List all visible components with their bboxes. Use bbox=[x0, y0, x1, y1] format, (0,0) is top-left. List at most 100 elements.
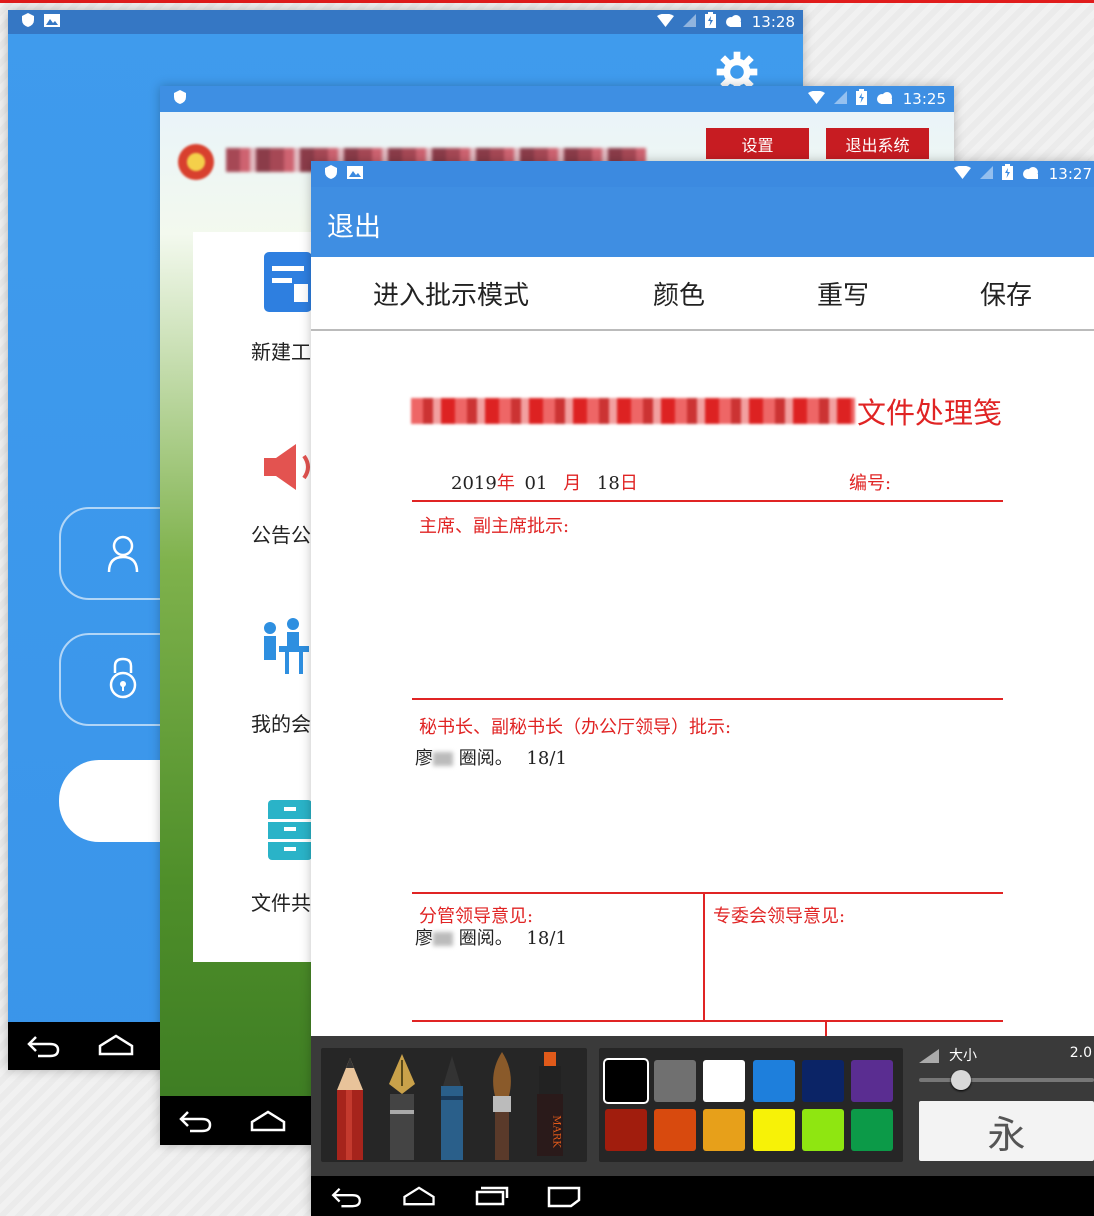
name-redaction bbox=[433, 932, 453, 946]
cloud-icon bbox=[1022, 165, 1040, 183]
wifi-icon bbox=[953, 165, 971, 183]
cabinet-icon bbox=[268, 800, 312, 864]
color-swatch-blue[interactable] bbox=[753, 1060, 795, 1102]
color-swatch-navy[interactable] bbox=[802, 1060, 844, 1102]
back-icon[interactable] bbox=[26, 1034, 60, 1058]
shield-icon bbox=[174, 90, 186, 108]
color-swatch-gray[interactable] bbox=[654, 1060, 696, 1102]
year-label: 年 bbox=[496, 473, 515, 494]
size-slider[interactable] bbox=[919, 1070, 1094, 1090]
size-value: 2.0 bbox=[1069, 1045, 1092, 1061]
exit-button[interactable]: 退出 bbox=[327, 205, 381, 244]
date-month: 01 bbox=[524, 473, 548, 494]
size-panel: 大小 2.0 永 bbox=[917, 1044, 1094, 1168]
divider bbox=[412, 1020, 1003, 1022]
status-bar: 13:27 bbox=[311, 161, 1094, 187]
battery-icon bbox=[855, 89, 867, 109]
form-icon bbox=[264, 252, 312, 316]
brush-icon[interactable] bbox=[485, 1052, 519, 1164]
ballpoint-pen-icon[interactable] bbox=[437, 1056, 467, 1164]
status-time: 13:28 bbox=[751, 13, 795, 31]
color-swatch-yellow[interactable] bbox=[753, 1109, 795, 1151]
number-label: 编号: bbox=[849, 473, 892, 494]
section-committee-leader: 专委会领导意见: bbox=[713, 906, 846, 927]
slider-thumb[interactable] bbox=[951, 1070, 971, 1090]
marker-icon[interactable]: MARK bbox=[535, 1052, 565, 1156]
annotation-toolbar: 进入批示模式 颜色 重写 保存 bbox=[311, 257, 1094, 331]
title-suffix: 文件处理笺 bbox=[857, 396, 1003, 430]
note-date: 18/1 bbox=[526, 928, 567, 949]
no-sim-icon bbox=[833, 90, 847, 108]
menu-label: 我的会 bbox=[251, 712, 311, 736]
screenshot-icon[interactable] bbox=[547, 1186, 581, 1208]
document-screen: 13:27 退出 进入批示模式 颜色 重写 保存 文件处理笺 2019年 01 … bbox=[311, 161, 1094, 1216]
top-accent-line bbox=[0, 0, 1094, 3]
wifi-icon bbox=[807, 90, 825, 108]
department-note: 廖 圈阅。 18/1 bbox=[415, 924, 567, 950]
rewrite-button[interactable]: 重写 bbox=[817, 275, 869, 312]
color-swatch-lime[interactable] bbox=[802, 1109, 844, 1151]
cloud-icon bbox=[725, 13, 743, 31]
back-icon[interactable] bbox=[329, 1186, 363, 1208]
divider bbox=[412, 500, 1003, 502]
color-swatch-amber[interactable] bbox=[703, 1109, 745, 1151]
fountain-pen-icon[interactable] bbox=[385, 1054, 419, 1164]
month-label: 月 bbox=[563, 473, 582, 494]
status-bar: 13:28 bbox=[8, 10, 803, 34]
nav-bar bbox=[311, 1176, 1094, 1216]
date-year: 2019 bbox=[451, 473, 497, 494]
stroke-preview: 永 bbox=[919, 1101, 1094, 1161]
lock-icon bbox=[109, 657, 137, 703]
color-swatch-dark-red[interactable] bbox=[605, 1109, 647, 1151]
pencil-icon[interactable] bbox=[333, 1056, 367, 1164]
speaker-icon bbox=[262, 442, 312, 496]
note-name: 廖 bbox=[415, 748, 433, 769]
recent-apps-icon[interactable] bbox=[475, 1186, 509, 1206]
status-bar: 13:25 bbox=[160, 86, 954, 112]
status-time: 13:27 bbox=[1048, 165, 1092, 183]
slider-track bbox=[919, 1078, 1094, 1082]
secretary-note: 廖 圈阅。 18/1 bbox=[415, 744, 567, 770]
size-wedge-icon bbox=[919, 1048, 939, 1067]
image-icon bbox=[44, 13, 60, 31]
no-sim-icon bbox=[682, 13, 696, 31]
note-name: 廖 bbox=[415, 928, 433, 949]
image-icon bbox=[347, 165, 363, 183]
pen-panel: MARK bbox=[321, 1048, 587, 1162]
document-title: 文件处理笺 bbox=[411, 391, 1002, 431]
cloud-icon bbox=[876, 90, 894, 108]
date-day: 18 bbox=[596, 473, 620, 494]
section-secretary: 秘书长、副秘书长（办公厅领导）批示: bbox=[419, 717, 732, 738]
color-swatch-green[interactable] bbox=[851, 1109, 893, 1151]
back-icon[interactable] bbox=[178, 1109, 212, 1133]
column-divider bbox=[703, 892, 705, 1020]
no-sim-icon bbox=[979, 165, 993, 183]
shield-icon bbox=[325, 165, 337, 183]
menu-label: 公告公 bbox=[251, 523, 311, 547]
color-swatch-white[interactable] bbox=[703, 1060, 745, 1102]
home-icon[interactable] bbox=[250, 1110, 286, 1132]
app-bar: 退出 bbox=[311, 187, 1094, 257]
home-icon[interactable] bbox=[401, 1186, 437, 1206]
size-label: 大小 bbox=[949, 1048, 977, 1064]
note-text: 圈阅。 bbox=[458, 928, 513, 949]
color-panel bbox=[599, 1048, 903, 1162]
color-swatch-black[interactable] bbox=[605, 1060, 647, 1102]
preview-char: 永 bbox=[987, 1112, 1026, 1157]
annotate-mode-button[interactable]: 进入批示模式 bbox=[373, 275, 529, 312]
home-icon[interactable] bbox=[98, 1034, 134, 1056]
color-button[interactable]: 颜色 bbox=[653, 275, 705, 312]
org-name-blurred bbox=[411, 398, 855, 424]
save-button[interactable]: 保存 bbox=[980, 275, 1032, 312]
note-text: 圈阅。 bbox=[458, 748, 513, 769]
pen-palette: MARK 大小 2.0 永 bbox=[311, 1036, 1094, 1176]
divider bbox=[412, 698, 1003, 700]
name-redaction bbox=[433, 752, 453, 766]
document-page[interactable]: 文件处理笺 2019年 01 月 18日 编号: 主席、副主席批示: 秘书长、副… bbox=[311, 331, 1094, 1036]
settings-button[interactable]: 设置 bbox=[706, 128, 809, 159]
color-swatch-orange[interactable] bbox=[654, 1109, 696, 1151]
day-label: 日 bbox=[619, 473, 638, 494]
battery-icon bbox=[704, 12, 716, 32]
logout-button[interactable]: 退出系统 bbox=[826, 128, 929, 159]
color-swatch-purple[interactable] bbox=[851, 1060, 893, 1102]
